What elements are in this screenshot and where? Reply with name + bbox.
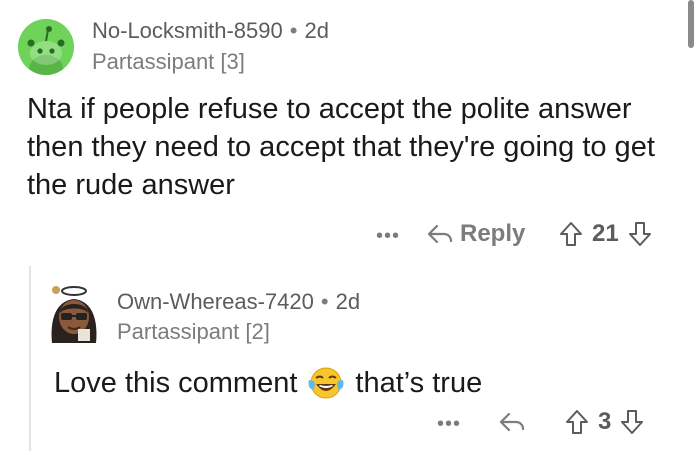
reply-arrow-icon	[427, 224, 453, 244]
snoo-avatar-icon	[51, 286, 97, 343]
reply-label: Reply	[460, 220, 526, 247]
comment-age: 2d	[304, 18, 329, 43]
reply-button[interactable]	[498, 410, 526, 434]
comment-text-after-emoji: that’s true	[355, 367, 483, 399]
comment-age: 2d	[335, 289, 361, 314]
upvote-arrow-icon[interactable]	[564, 408, 590, 436]
avatar[interactable]	[46, 283, 102, 343]
meta-separator: •	[320, 289, 329, 314]
reply-button[interactable]: Reply	[426, 220, 525, 248]
upvote-arrow-icon[interactable]	[558, 220, 584, 248]
downvote-arrow-icon[interactable]	[619, 408, 645, 436]
comment-body: Love this comment that’s true	[54, 364, 482, 402]
downvote-arrow-icon[interactable]	[627, 220, 653, 248]
comment-body: Nta if people refuse to accept the polit…	[27, 93, 655, 201]
vote-control: 21	[558, 220, 653, 248]
vote-score: 21	[592, 220, 619, 247]
username[interactable]: No-Locksmith-8590	[92, 18, 283, 43]
comment-meta: Own-Whereas-7420 • 2d	[117, 289, 360, 315]
comment-meta: No-Locksmith-8590 • 2d	[92, 18, 329, 44]
username[interactable]: Own-Whereas-7420	[117, 289, 314, 314]
more-options-icon[interactable]: •••	[376, 225, 400, 248]
user-flair: Partassipant [3]	[92, 49, 245, 74]
comment-text-before-emoji: Love this comment	[54, 367, 298, 399]
vote-score: 3	[598, 408, 612, 435]
user-flair: Partassipant [2]	[117, 319, 270, 344]
face-with-tears-of-joy-icon	[308, 367, 344, 399]
reply-arrow-icon	[499, 412, 525, 432]
scrollbar[interactable]	[688, 0, 694, 48]
more-options-icon[interactable]: •••	[437, 413, 461, 436]
comment-actions: ••• 3	[0, 408, 700, 444]
snoo-avatar-icon	[18, 19, 74, 75]
meta-separator: •	[289, 18, 298, 43]
comment-actions: ••• Reply 21	[0, 220, 700, 256]
avatar[interactable]	[18, 19, 74, 75]
vote-control: 3	[564, 408, 645, 436]
